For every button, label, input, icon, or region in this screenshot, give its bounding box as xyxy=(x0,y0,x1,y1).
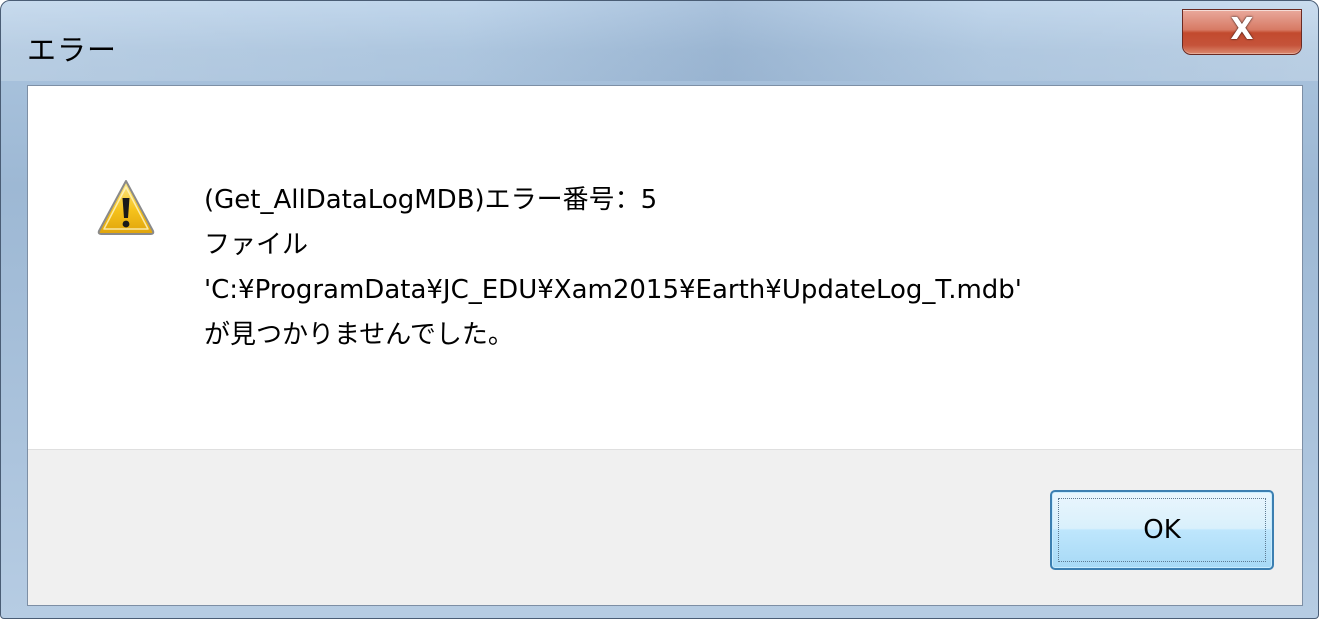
ok-button[interactable]: OK xyxy=(1050,490,1274,570)
close-button[interactable]: X xyxy=(1182,9,1302,55)
error-dialog-window: エラー X (Get_AllDataLogMDB)エラー番号：5 ファイル 'C… xyxy=(0,0,1319,619)
message-line-error-number: (Get_AllDataLogMDB)エラー番号：5 xyxy=(204,185,658,215)
button-bar: OK xyxy=(28,449,1302,605)
ok-button-label: OK xyxy=(1143,515,1181,545)
dialog-content: (Get_AllDataLogMDB)エラー番号：5 ファイル 'C:¥Prog… xyxy=(27,85,1303,606)
warning-icon xyxy=(97,180,155,235)
title-bar[interactable]: エラー X xyxy=(1,1,1318,83)
message-line-not-found: が見つかりませんでした。 xyxy=(204,320,514,350)
message-line-file-label: ファイル xyxy=(204,230,309,260)
close-icon: X xyxy=(1230,12,1254,47)
window-title: エラー xyxy=(27,33,118,67)
message-line-file-path: 'C:¥ProgramData¥JC_EDU¥Xam2015¥Earth¥Upd… xyxy=(204,275,1022,305)
error-message: (Get_AllDataLogMDB)エラー番号：5 ファイル 'C:¥Prog… xyxy=(204,178,1022,358)
message-area: (Get_AllDataLogMDB)エラー番号：5 ファイル 'C:¥Prog… xyxy=(28,86,1302,449)
